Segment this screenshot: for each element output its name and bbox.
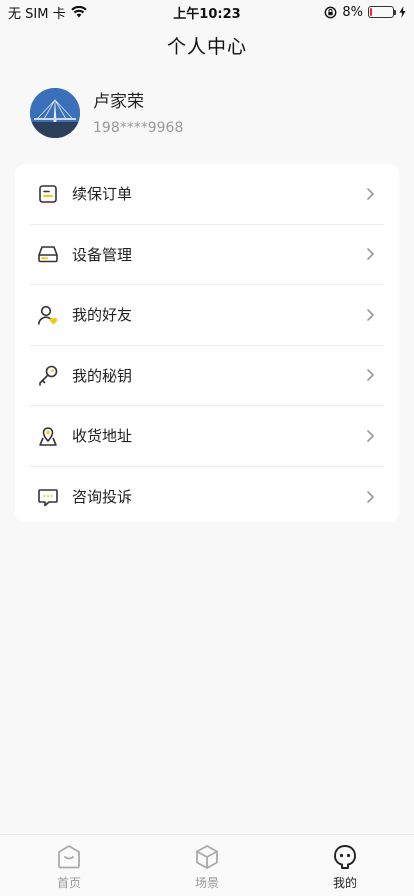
menu-item-consult-complaint[interactable]: 咨询投诉: [30, 467, 384, 528]
menu-item-label: 续保订单: [72, 185, 133, 204]
profile-face-icon: [334, 845, 356, 869]
profile-section[interactable]: 卢家荣 198****9968: [30, 88, 183, 138]
tab-bar: 首页 场景 我的: [0, 834, 414, 896]
wifi-icon: [70, 6, 87, 18]
chevron-right-icon: [367, 187, 374, 200]
tab-scene[interactable]: 场景: [167, 843, 247, 891]
menu-item-label: 设备管理: [72, 245, 133, 264]
tab-label: 首页: [56, 876, 81, 890]
charging-icon: [399, 6, 406, 18]
chevron-right-icon: [367, 308, 374, 321]
device-icon: [36, 242, 60, 266]
chevron-right-icon: [367, 369, 374, 382]
home-icon: [58, 845, 80, 869]
cube-icon: [196, 845, 218, 869]
tab-mine[interactable]: 我的: [305, 843, 385, 891]
user-name: 卢家荣: [93, 92, 144, 112]
menu-card: 续保订单 设备管理 我的好友 我的秘钥 收货地址 咨询投诉: [15, 164, 399, 522]
chevron-right-icon: [367, 248, 374, 261]
location-icon: [36, 424, 60, 448]
menu-item-label: 咨询投诉: [72, 488, 133, 507]
status-bar: 无 SIM 卡 上午10:23 8%: [0, 0, 414, 24]
battery-percent: 8%: [342, 4, 363, 20]
chevron-right-icon: [367, 429, 374, 442]
key-icon: [36, 363, 60, 387]
page-title: 个人中心: [166, 36, 247, 58]
friend-icon: [36, 303, 60, 327]
tab-label: 我的: [332, 876, 357, 890]
menu-item-my-keys[interactable]: 我的秘钥: [30, 346, 384, 406]
rotation-lock-icon: [324, 6, 337, 18]
battery-icon: [368, 6, 396, 18]
menu-item-label: 我的秘钥: [72, 366, 133, 385]
status-right: 8%: [324, 5, 406, 20]
order-icon: [36, 182, 60, 206]
user-phone: 198****9968: [93, 120, 184, 136]
menu-item-label: 收货地址: [72, 427, 133, 446]
tab-home[interactable]: 首页: [29, 843, 109, 891]
menu-item-my-friends[interactable]: 我的好友: [30, 285, 384, 346]
message-icon: [36, 485, 60, 509]
menu-item-shipping-address[interactable]: 收货地址: [30, 406, 384, 467]
profile-text: 卢家荣 198****9968: [93, 90, 183, 136]
battery-fill: [370, 8, 372, 16]
avatar-image: [30, 88, 80, 138]
chevron-right-icon: [367, 490, 374, 503]
avatar[interactable]: [30, 88, 80, 138]
status-left: 无 SIM 卡: [8, 3, 87, 22]
menu-item-renewal-orders[interactable]: 续保订单: [30, 164, 384, 225]
tab-label: 场景: [194, 876, 219, 890]
menu-item-device-management[interactable]: 设备管理: [30, 225, 384, 285]
menu-item-label: 我的好友: [72, 306, 133, 325]
carrier-text: 无 SIM 卡: [8, 6, 66, 22]
